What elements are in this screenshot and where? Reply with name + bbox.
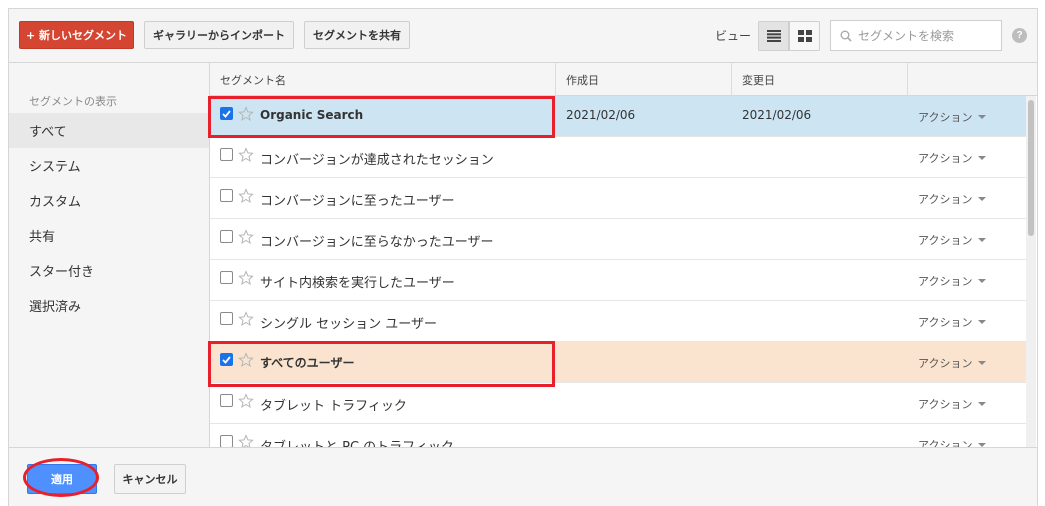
column-header-modified[interactable]: 変更日 bbox=[732, 63, 908, 96]
segment-name[interactable]: タブレットと PC のトラフィック bbox=[260, 436, 454, 447]
column-header-created[interactable]: 作成日 bbox=[556, 63, 732, 96]
row-checkbox[interactable] bbox=[220, 148, 233, 161]
chevron-down-icon bbox=[978, 320, 987, 324]
help-icon[interactable]: ? bbox=[1012, 28, 1027, 43]
row-checkbox[interactable] bbox=[220, 435, 233, 447]
chevron-down-icon bbox=[978, 115, 987, 119]
view-label: ビュー bbox=[715, 29, 752, 43]
apply-button[interactable]: 適用 bbox=[27, 464, 97, 494]
segment-name[interactable]: コンバージョンに至らなかったユーザー bbox=[260, 231, 493, 250]
new-segment-button[interactable]: + 新しいセグメント bbox=[19, 21, 134, 49]
segment-name[interactable]: サイト内検索を実行したユーザー bbox=[260, 272, 455, 291]
search-icon bbox=[840, 30, 852, 42]
star-icon[interactable] bbox=[238, 106, 254, 122]
sidebar-title: セグメントの表示 bbox=[29, 95, 117, 108]
table-row[interactable]: サイト内検索を実行したユーザー アクション bbox=[210, 260, 1027, 301]
checkmark-icon bbox=[222, 109, 231, 118]
toolbar: + 新しいセグメント ギャラリーからインポート セグメントを共有 ビュー セグメ… bbox=[9, 9, 1037, 63]
action-label: アクション bbox=[918, 193, 973, 206]
checkmark-icon bbox=[222, 355, 231, 364]
star-icon[interactable] bbox=[238, 352, 254, 368]
created-date: 2021/02/06 bbox=[566, 108, 636, 122]
chevron-down-icon bbox=[978, 197, 987, 201]
action-dropdown[interactable]: アクション bbox=[918, 109, 987, 125]
table-scrollbar[interactable] bbox=[1026, 96, 1036, 447]
action-dropdown[interactable]: アクション bbox=[918, 396, 987, 412]
row-checkbox[interactable] bbox=[220, 189, 233, 202]
sidebar-item-starred[interactable]: スター付き bbox=[9, 253, 209, 288]
action-label: アクション bbox=[918, 439, 973, 447]
segment-table: セグメント名 作成日 変更日 Organic Search 2021/02/06… bbox=[210, 63, 1037, 447]
star-icon[interactable] bbox=[238, 393, 254, 409]
share-segment-button[interactable]: セグメントを共有 bbox=[304, 21, 410, 49]
action-dropdown[interactable]: アクション bbox=[918, 273, 987, 289]
table-row[interactable]: シングル セッション ユーザー アクション bbox=[210, 301, 1027, 342]
row-checkbox[interactable] bbox=[220, 230, 233, 243]
action-dropdown[interactable]: アクション bbox=[918, 355, 987, 371]
list-view-icon bbox=[766, 30, 781, 42]
star-icon[interactable] bbox=[238, 311, 254, 327]
import-from-gallery-button[interactable]: ギャラリーからインポート bbox=[144, 21, 294, 49]
column-header-actions bbox=[908, 63, 1028, 96]
action-dropdown[interactable]: アクション bbox=[918, 314, 987, 330]
action-label: アクション bbox=[918, 234, 973, 247]
action-label: アクション bbox=[918, 152, 973, 165]
row-checkbox[interactable] bbox=[220, 312, 233, 325]
table-row[interactable]: コンバージョンに至らなかったユーザー アクション bbox=[210, 219, 1027, 260]
row-checkbox[interactable] bbox=[220, 271, 233, 284]
segment-name[interactable]: タブレット トラフィック bbox=[260, 395, 407, 414]
action-dropdown[interactable]: アクション bbox=[918, 232, 987, 248]
row-checkbox[interactable] bbox=[220, 353, 233, 366]
segment-search-box[interactable] bbox=[830, 20, 1002, 51]
action-dropdown[interactable]: アクション bbox=[918, 150, 987, 166]
star-icon[interactable] bbox=[238, 147, 254, 163]
sidebar-item-system[interactable]: システム bbox=[9, 148, 209, 183]
table-row[interactable]: タブレット トラフィック アクション bbox=[210, 383, 1027, 424]
table-row[interactable]: コンバージョンに至ったユーザー アクション bbox=[210, 178, 1027, 219]
table-header: セグメント名 作成日 変更日 bbox=[210, 63, 1037, 96]
star-icon[interactable] bbox=[238, 434, 254, 447]
segment-name[interactable]: すべてのユーザー bbox=[260, 354, 354, 371]
sidebar-item-selected[interactable]: 選択済み bbox=[9, 288, 209, 323]
chevron-down-icon bbox=[978, 238, 987, 242]
table-row[interactable]: タブレットと PC のトラフィック アクション bbox=[210, 424, 1027, 447]
cancel-button[interactable]: キャンセル bbox=[114, 464, 186, 494]
segment-filter-sidebar: セグメントの表示 すべて システム カスタム 共有 スター付き 選択済み bbox=[9, 63, 210, 447]
sidebar-item-custom[interactable]: カスタム bbox=[9, 183, 209, 218]
grid-view-button[interactable] bbox=[789, 21, 820, 51]
action-label: アクション bbox=[918, 111, 973, 124]
segment-name[interactable]: Organic Search bbox=[260, 108, 363, 122]
column-header-name[interactable]: セグメント名 bbox=[210, 63, 556, 96]
action-label: アクション bbox=[918, 357, 973, 370]
star-icon[interactable] bbox=[238, 270, 254, 286]
star-icon[interactable] bbox=[238, 229, 254, 245]
grid-view-icon bbox=[797, 30, 812, 42]
scrollbar-thumb[interactable] bbox=[1028, 100, 1034, 236]
sidebar-item-shared[interactable]: 共有 bbox=[9, 218, 209, 253]
segment-name[interactable]: シングル セッション ユーザー bbox=[260, 313, 437, 332]
action-label: アクション bbox=[918, 316, 973, 329]
action-label: アクション bbox=[918, 275, 973, 288]
segment-picker-panel: + 新しいセグメント ギャラリーからインポート セグメントを共有 ビュー セグメ… bbox=[8, 8, 1038, 506]
table-row[interactable]: Organic Search 2021/02/06 2021/02/06 アクシ… bbox=[210, 96, 1027, 137]
list-view-button[interactable] bbox=[758, 21, 789, 51]
action-label: アクション bbox=[918, 398, 973, 411]
table-row[interactable]: すべてのユーザー アクション bbox=[210, 342, 1027, 383]
chevron-down-icon bbox=[978, 156, 987, 160]
action-dropdown[interactable]: アクション bbox=[918, 191, 987, 207]
row-checkbox[interactable] bbox=[220, 394, 233, 407]
star-icon[interactable] bbox=[238, 188, 254, 204]
chevron-down-icon bbox=[978, 402, 987, 406]
segment-name[interactable]: コンバージョンに至ったユーザー bbox=[260, 190, 454, 209]
table-row[interactable]: コンバージョンが達成されたセッション アクション bbox=[210, 137, 1027, 178]
segment-name[interactable]: コンバージョンが達成されたセッション bbox=[260, 149, 494, 168]
chevron-down-icon bbox=[978, 279, 987, 283]
footer: 適用 キャンセル bbox=[9, 447, 1037, 506]
modified-date: 2021/02/06 bbox=[742, 108, 812, 122]
sidebar-item-all[interactable]: すべて bbox=[9, 113, 209, 148]
chevron-down-icon bbox=[978, 361, 987, 365]
segment-search-input[interactable] bbox=[858, 28, 988, 43]
action-dropdown[interactable]: アクション bbox=[918, 437, 987, 447]
row-checkbox[interactable] bbox=[220, 107, 233, 120]
